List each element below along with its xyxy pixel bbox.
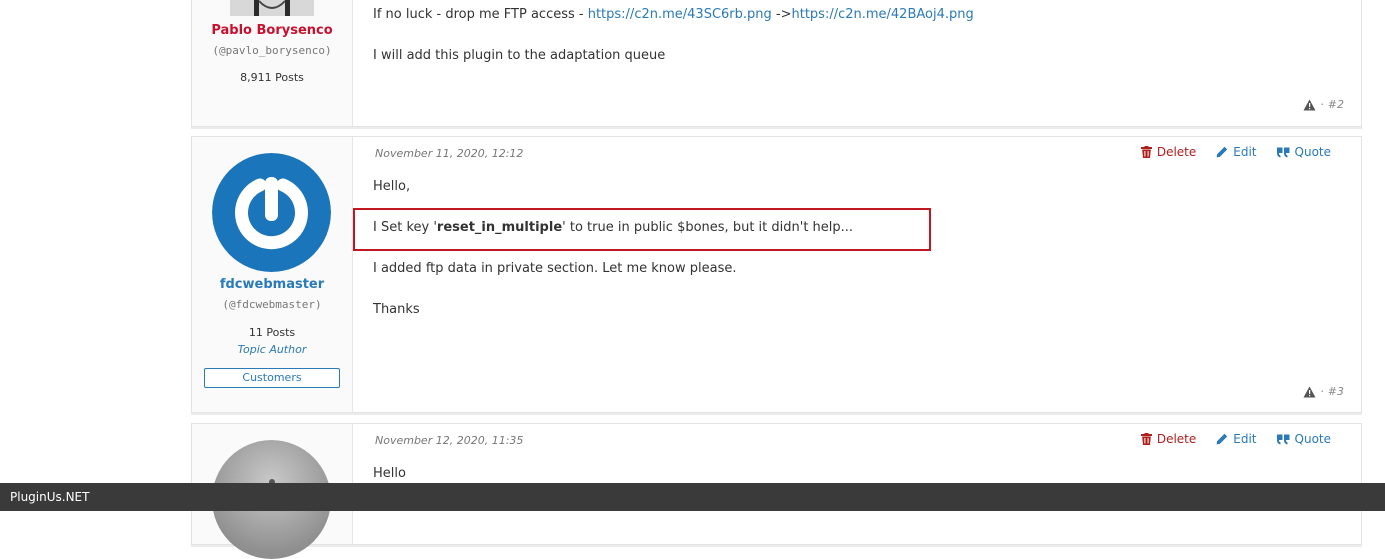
warning-icon[interactable] xyxy=(1303,99,1316,111)
separator: · xyxy=(1320,98,1324,111)
site-name[interactable]: PluginUs.NET xyxy=(0,490,89,504)
author-handle: (@pavlo_borysenco) xyxy=(212,44,332,57)
quote-button[interactable]: Quote xyxy=(1276,432,1331,446)
post-number[interactable]: #2 xyxy=(1328,98,1344,111)
edit-button[interactable]: Edit xyxy=(1216,145,1257,159)
author-role: Topic Author xyxy=(237,343,307,356)
quote-button[interactable]: Quote xyxy=(1276,145,1331,159)
separator: · xyxy=(1320,385,1324,398)
paragraph-text: I Set key ' xyxy=(373,220,437,235)
post-paragraph: I added ftp data in private section. Let… xyxy=(373,261,737,276)
author-post-count: 11 Posts xyxy=(248,326,296,339)
delete-label: Delete xyxy=(1156,145,1197,159)
post-author-panel: fdcwebmaster (@fdcwebmaster) 11 Posts To… xyxy=(192,137,353,412)
bold-key: reset_in_multiple xyxy=(436,220,563,235)
trash-icon xyxy=(1140,433,1152,445)
warning-icon[interactable] xyxy=(1303,386,1316,398)
edit-button[interactable]: Edit xyxy=(1216,432,1257,446)
author-name[interactable]: fdcwebmaster xyxy=(192,277,352,292)
post-paragraph: I Set key 'reset_in_multiple' to true in… xyxy=(373,220,853,235)
paragraph-text: ' to true in public $bones, but it didn'… xyxy=(562,220,854,235)
paragraph-text: If no luck - drop me FTP access - xyxy=(373,7,588,22)
edit-label: Edit xyxy=(1233,145,1257,159)
post-actions: Delete Edit Quote xyxy=(1140,145,1331,159)
post-number[interactable]: #3 xyxy=(1328,385,1344,398)
post-date: November 12, 2020, 11:35 xyxy=(375,434,524,447)
avatar[interactable] xyxy=(230,0,314,16)
post-author-panel: Pablo Borysenco (@pavlo_borysenco) 8,911… xyxy=(192,0,353,126)
post-date: November 11, 2020, 12:12 xyxy=(375,147,524,160)
author-handle: (@fdcwebmaster) xyxy=(222,298,322,311)
footer-bar: PluginUs.NET xyxy=(0,483,1385,511)
quote-label: Quote xyxy=(1294,145,1331,159)
author-name[interactable]: Pablo Borysenco xyxy=(192,23,352,38)
delete-button[interactable]: Delete xyxy=(1140,145,1197,159)
post-footer: · #3 xyxy=(1303,385,1344,398)
post-body: November 11, 2020, 12:12 Delete Edit Quo… xyxy=(353,137,1361,412)
forum-post: fdcwebmaster (@fdcwebmaster) 11 Posts To… xyxy=(191,136,1362,413)
post-paragraph: Thanks xyxy=(373,302,420,317)
quote-icon xyxy=(1276,147,1290,157)
author-post-count: 8,911 Posts xyxy=(240,71,304,84)
user-group-badge: Customers xyxy=(204,368,340,388)
post-body: If no luck - drop me FTP access - https:… xyxy=(353,0,1361,126)
edit-label: Edit xyxy=(1233,432,1257,446)
forum-post: Pablo Borysenco (@pavlo_borysenco) 8,911… xyxy=(191,0,1362,127)
pencil-icon xyxy=(1216,146,1228,158)
pencil-icon xyxy=(1216,433,1228,445)
post-paragraph: I will add this plugin to the adaptation… xyxy=(373,48,666,63)
screenshot-link[interactable]: https://c2n.me/43SC6rb.png xyxy=(588,7,772,22)
post-paragraph: If no luck - drop me FTP access - https:… xyxy=(373,7,974,22)
post-actions: Delete Edit Quote xyxy=(1140,432,1331,446)
delete-label: Delete xyxy=(1156,432,1197,446)
avatar[interactable] xyxy=(212,153,331,272)
post-footer: · #2 xyxy=(1303,98,1344,111)
delete-button[interactable]: Delete xyxy=(1140,432,1197,446)
arrow-text: -> xyxy=(771,7,792,22)
post-paragraph: Hello, xyxy=(373,179,411,194)
quote-icon xyxy=(1276,434,1290,444)
quote-label: Quote xyxy=(1294,432,1331,446)
post-paragraph: Hello xyxy=(373,466,406,481)
trash-icon xyxy=(1140,146,1152,158)
screenshot-link[interactable]: https://c2n.me/42BAoj4.png xyxy=(791,7,973,22)
